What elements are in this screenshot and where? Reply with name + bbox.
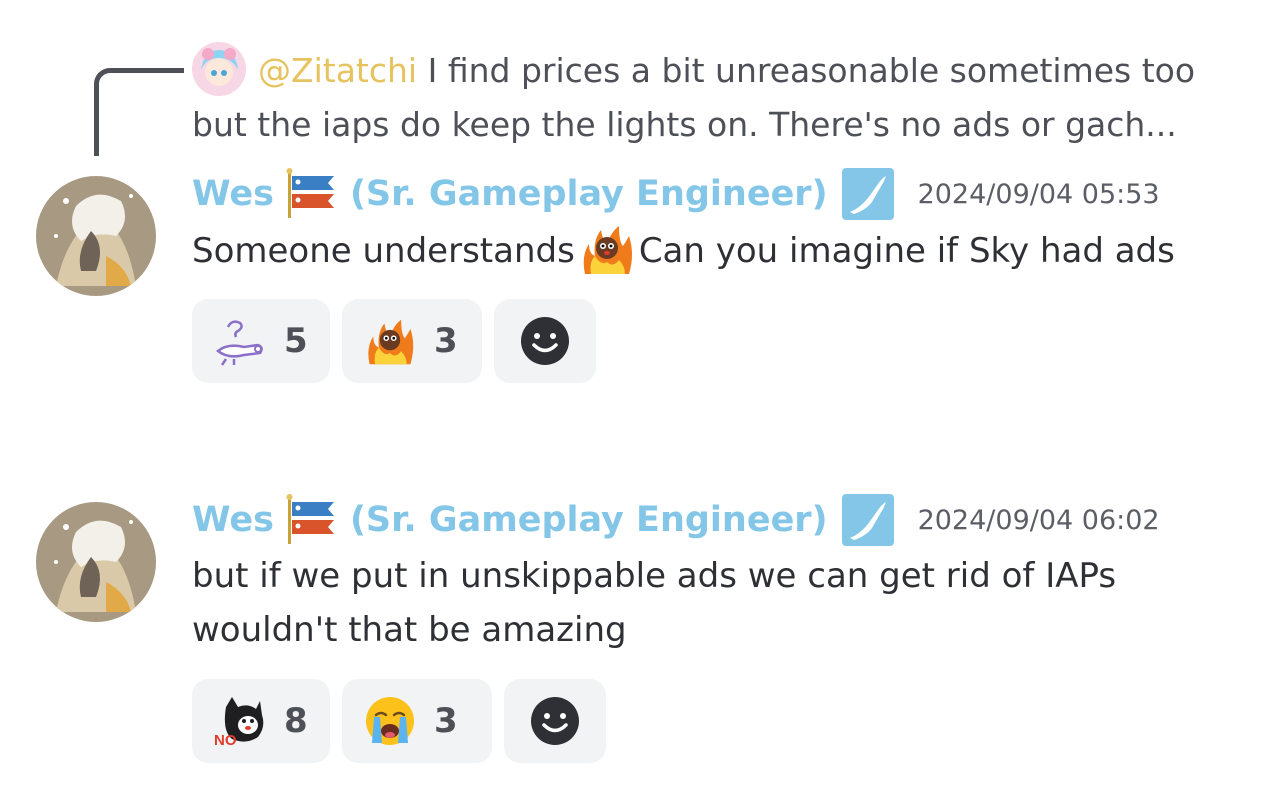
- reaction-button[interactable]: 3: [342, 299, 482, 383]
- message-text-after-emoji: Can you imagine if Sky had ads: [638, 231, 1175, 271]
- reaction-bar: NO 8 3: [192, 679, 606, 763]
- smiley-icon: [521, 317, 569, 365]
- reaction-button[interactable]: 5: [192, 299, 330, 383]
- user-role[interactable]: (Sr. Gameplay Engineer): [350, 174, 828, 214]
- add-reaction-button[interactable]: [494, 299, 596, 383]
- reaction-button[interactable]: 3: [342, 679, 492, 763]
- message-content: but if we put in unskippable ads we can …: [192, 549, 1252, 657]
- fire-crab-emoji-icon[interactable]: [579, 222, 635, 276]
- koinobori-badge-icon: [284, 494, 342, 546]
- message-header: Wes (Sr. Gameplay Engineer) 2024/09/04 0…: [192, 166, 1160, 222]
- reply-author[interactable]: @Zitatchi: [258, 51, 417, 90]
- message-text-line1: but if we put in unskippable ads we can …: [192, 556, 1117, 596]
- message-text-before-emoji: Someone understands: [192, 231, 575, 271]
- message-timestamp[interactable]: 2024/09/04 06:02: [918, 505, 1160, 536]
- reply-preview[interactable]: @Zitatchi I find prices a bit unreasonab…: [192, 44, 1262, 152]
- reaction-count: 3: [434, 701, 458, 741]
- message-content: Someone understands Can you imagine if S…: [192, 222, 1252, 278]
- reaction-bar: 5 3: [192, 299, 596, 383]
- username[interactable]: Wes: [192, 174, 274, 214]
- message-text-line2: wouldn't that be amazing: [192, 610, 627, 650]
- svg-text:NO: NO: [214, 732, 237, 747]
- reply-text-line1: I find prices a bit unreasonable sometim…: [427, 51, 1196, 90]
- reaction-count: 5: [284, 321, 308, 361]
- username[interactable]: Wes: [192, 500, 274, 540]
- reaction-count: 8: [284, 701, 308, 741]
- ghost-sprite-emoji-icon: [214, 315, 266, 367]
- message-header: Wes (Sr. Gameplay Engineer) 2024/09/04 0…: [192, 492, 1160, 548]
- reply-text-line2: but the iaps do keep the lights on. Ther…: [192, 105, 1177, 144]
- loudly-crying-face-emoji-icon: [364, 695, 416, 747]
- reply-connector: [94, 68, 184, 156]
- koinobori-badge-icon: [284, 168, 342, 220]
- role-icon: [841, 168, 894, 220]
- reaction-count: 3: [434, 321, 458, 361]
- smiley-icon: [531, 697, 579, 745]
- reaction-button[interactable]: NO 8: [192, 679, 330, 763]
- fire-crab-emoji-icon: [364, 315, 416, 367]
- user-role[interactable]: (Sr. Gameplay Engineer): [350, 500, 828, 540]
- no-dog-emoji-icon: NO: [214, 695, 266, 749]
- add-reaction-button[interactable]: [504, 679, 606, 763]
- message-timestamp[interactable]: 2024/09/04 05:53: [918, 179, 1160, 210]
- role-icon: [841, 494, 894, 546]
- user-avatar[interactable]: [36, 502, 156, 622]
- user-avatar[interactable]: [36, 176, 156, 296]
